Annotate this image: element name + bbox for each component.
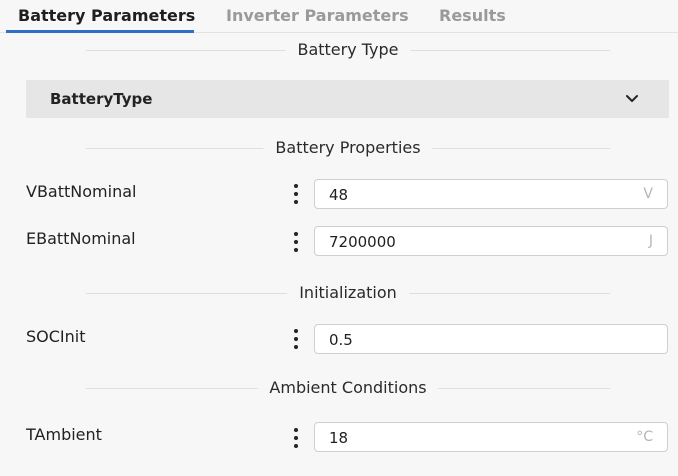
section-battery-type: Battery Type [86,40,610,60]
soc-init-kebab-icon[interactable] [292,328,300,350]
soc-init-field[interactable]: 0.5 [314,324,668,354]
section-title: Ambient Conditions [257,378,439,397]
tab-inverter-parameters[interactable]: Inverter Parameters [226,6,409,25]
section-initialization: Initialization [86,283,610,303]
dropdown-label: BatteryType [50,90,153,108]
t-ambient-field[interactable]: 18 °C [314,422,668,452]
ebatt-nominal-label: EBattNominal [26,229,136,248]
field-value: 0.5 [329,331,353,349]
field-unit: °C [636,429,653,445]
t-ambient-kebab-icon[interactable] [292,427,300,449]
tab-results[interactable]: Results [439,6,506,25]
vbatt-nominal-label: VBattNominal [26,182,137,201]
field-value: 18 [329,429,349,447]
field-value: 7200000 [329,233,396,251]
vbatt-nominal-kebab-icon[interactable] [292,183,300,205]
field-value: 48 [329,186,349,204]
tab-battery-parameters[interactable]: Battery Parameters [18,6,195,25]
section-battery-properties: Battery Properties [86,138,610,158]
section-ambient-conditions: Ambient Conditions [86,378,610,398]
ebatt-nominal-kebab-icon[interactable] [292,231,300,253]
field-unit: V [643,186,653,202]
battery-type-dropdown[interactable]: BatteryType [26,80,669,118]
t-ambient-label: TAmbient [26,425,102,444]
soc-init-label: SOCInit [26,327,86,346]
ebatt-nominal-field[interactable]: 7200000 J [314,226,668,256]
section-title: Initialization [287,283,409,302]
chevron-down-icon [626,95,638,102]
tab-bar: Battery Parameters Inverter Parameters R… [0,0,678,34]
section-title: Battery Type [285,40,411,59]
vbatt-nominal-field[interactable]: 48 V [314,179,668,209]
section-title: Battery Properties [263,138,433,157]
field-unit: J [648,233,653,249]
active-tab-indicator [6,30,194,33]
